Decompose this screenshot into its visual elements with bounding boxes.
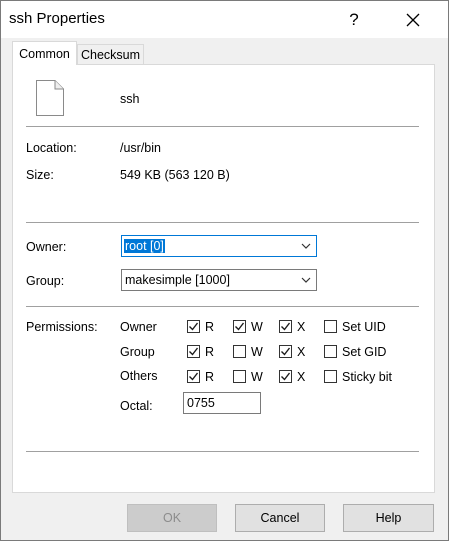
perm-row-owner-label: Owner: [120, 320, 157, 334]
title-bar: ssh Properties ?: [1, 1, 448, 38]
checkmark-icon: [281, 372, 291, 381]
common-tab-panel: ssh Location: /usr/bin Size: 549 KB (563…: [12, 64, 435, 493]
group-execute-label: X: [297, 345, 306, 359]
group-execute-checkbox[interactable]: [279, 345, 292, 358]
sticky-bit-checkbox[interactable]: [324, 370, 337, 383]
file-icon: [36, 80, 64, 116]
set-gid-checkbox[interactable]: [324, 345, 337, 358]
chevron-down-icon: [301, 277, 311, 283]
ok-button[interactable]: OK: [127, 504, 217, 532]
owner-select[interactable]: root [0]: [121, 235, 317, 257]
group-select[interactable]: makesimple [1000]: [121, 269, 317, 291]
octal-label: Octal:: [120, 399, 153, 413]
others-write-checkbox[interactable]: [233, 370, 246, 383]
group-write-checkbox[interactable]: [233, 345, 246, 358]
tab-common[interactable]: Common: [12, 41, 77, 65]
chevron-down-icon: [301, 243, 311, 249]
close-button[interactable]: [390, 1, 436, 38]
separator: [26, 222, 419, 223]
others-read-label: R: [205, 370, 215, 384]
group-value: makesimple [1000]: [125, 273, 230, 287]
owner-label: Owner:: [26, 240, 67, 254]
set-gid-label: Set GID: [342, 345, 387, 359]
others-write-label: W: [251, 370, 263, 384]
checkmark-icon: [281, 347, 291, 356]
set-uid-checkbox[interactable]: [324, 320, 337, 333]
checkmark-icon: [281, 322, 291, 331]
others-execute-label: X: [297, 370, 306, 384]
separator: [26, 126, 419, 127]
permissions-label: Permissions:: [26, 320, 98, 334]
owner-write-label: W: [251, 320, 263, 334]
question-icon: ?: [349, 9, 359, 29]
location-value: /usr/bin: [120, 141, 161, 155]
location-label: Location:: [26, 141, 77, 155]
owner-execute-label: X: [297, 320, 306, 334]
tab-common-label: Common: [19, 46, 70, 61]
group-label: Group:: [26, 274, 65, 288]
owner-value: root [0]: [124, 239, 165, 253]
separator: [26, 451, 419, 452]
separator: [26, 306, 419, 307]
owner-read-label: R: [205, 320, 215, 334]
group-write-label: W: [251, 345, 263, 359]
owner-read-checkbox[interactable]: [187, 320, 200, 333]
window-title: ssh Properties: [9, 10, 105, 27]
properties-dialog: ssh Properties ? Common Checksum ssh Loc…: [0, 0, 449, 541]
checkmark-icon: [235, 322, 245, 331]
tab-checksum-label: Checksum: [80, 47, 141, 62]
size-label: Size:: [26, 168, 54, 182]
owner-execute-checkbox[interactable]: [279, 320, 292, 333]
group-read-checkbox[interactable]: [187, 345, 200, 358]
tab-checksum[interactable]: Checksum: [77, 44, 144, 65]
file-name: ssh: [120, 92, 140, 106]
set-uid-label: Set UID: [342, 320, 386, 334]
group-read-label: R: [205, 345, 215, 359]
help-title-button[interactable]: ?: [331, 1, 377, 38]
checkmark-icon: [189, 347, 199, 356]
close-icon: [406, 13, 420, 26]
others-read-checkbox[interactable]: [187, 370, 200, 383]
sticky-bit-label: Sticky bit: [342, 370, 393, 384]
perm-row-others-label: Others: [120, 369, 158, 383]
octal-input[interactable]: 0755: [183, 392, 261, 414]
others-execute-checkbox[interactable]: [279, 370, 292, 383]
perm-row-group-label: Group: [120, 345, 155, 359]
help-button[interactable]: Help: [343, 504, 434, 532]
owner-write-checkbox[interactable]: [233, 320, 246, 333]
size-value: 549 KB (563 120 B): [120, 168, 230, 182]
cancel-button[interactable]: Cancel: [235, 504, 325, 532]
checkmark-icon: [189, 322, 199, 331]
checkmark-icon: [189, 372, 199, 381]
